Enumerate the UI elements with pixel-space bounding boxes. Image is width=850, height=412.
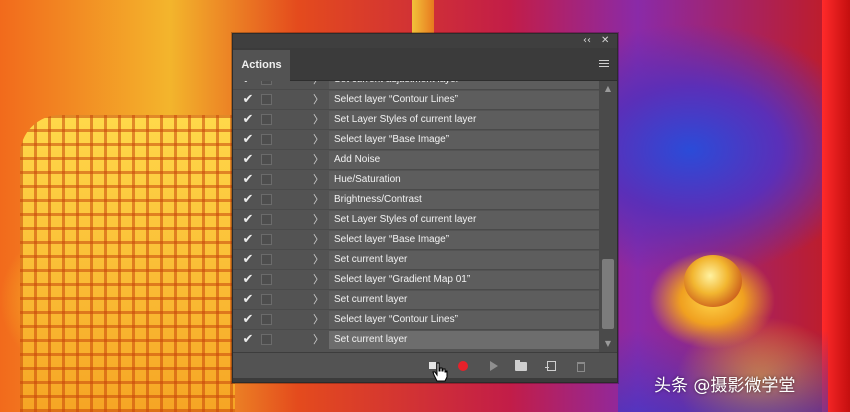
- chevron-right-icon[interactable]: 〉: [313, 330, 325, 350]
- dialog-toggle-box[interactable]: [261, 94, 272, 105]
- chevron-right-icon[interactable]: 〉: [313, 150, 325, 170]
- car-grill-art: [20, 115, 235, 412]
- pillar-art: [412, 0, 434, 33]
- list-item-selected[interactable]: ✔ 〉 Set current layer: [233, 330, 599, 350]
- chevron-right-icon[interactable]: 〉: [313, 170, 325, 190]
- list-item[interactable]: ✔ 〉 Add Noise: [233, 150, 599, 170]
- folder-icon: [515, 360, 527, 371]
- action-label: Set Layer Styles of current layer: [329, 111, 599, 129]
- action-label: Add Noise: [329, 151, 599, 169]
- panel-bottom-strip: [233, 378, 617, 382]
- dialog-toggle-box[interactable]: [261, 114, 272, 125]
- checkmark-icon[interactable]: ✔: [238, 270, 258, 290]
- chevron-right-icon[interactable]: 〉: [313, 210, 325, 230]
- checkmark-icon[interactable]: ✔: [238, 210, 258, 230]
- record-icon: [458, 361, 468, 371]
- action-label: Select layer “Contour Lines”: [329, 91, 599, 109]
- checkmark-icon[interactable]: ✔: [238, 150, 258, 170]
- chevron-right-icon[interactable]: 〉: [313, 190, 325, 210]
- action-label: Select layer “Base Image”: [329, 231, 599, 249]
- list-item[interactable]: ✔ 〉 Select layer “Gradient Map 01”: [233, 270, 599, 290]
- checkmark-icon[interactable]: ✔: [238, 170, 258, 190]
- action-label: Set current layer: [329, 251, 599, 269]
- panel-titlebar: ‹‹ ✕: [233, 34, 617, 48]
- dialog-toggle-box[interactable]: [261, 154, 272, 165]
- checkmark-icon[interactable]: ✔: [238, 190, 258, 210]
- dialog-toggle-box[interactable]: [261, 81, 272, 85]
- action-label: Set current layer: [329, 291, 599, 309]
- list-item[interactable]: ✔ 〉 Set current layer: [233, 250, 599, 270]
- checkmark-icon[interactable]: ✔: [238, 110, 258, 130]
- action-label: Select layer “Contour Lines”: [329, 311, 599, 329]
- action-label: Hue/Saturation: [329, 171, 599, 189]
- new-item-icon: [545, 361, 556, 371]
- list-item[interactable]: ✔ 〉 Select layer “Contour Lines”: [233, 310, 599, 330]
- scroll-up-icon[interactable]: ▲: [599, 83, 617, 95]
- chevron-right-icon[interactable]: 〉: [313, 110, 325, 130]
- dialog-toggle-box[interactable]: [261, 174, 272, 185]
- actions-panel: ‹‹ ✕ Actions ✔ 〉 Set current adjustment …: [232, 33, 618, 383]
- dialog-toggle-box[interactable]: [261, 274, 272, 285]
- action-label: Set Layer Styles of current layer: [329, 211, 599, 229]
- panel-tabbar: Actions: [233, 48, 617, 81]
- action-label: Select layer “Gradient Map 01”: [329, 271, 599, 289]
- tab-actions[interactable]: Actions: [233, 50, 290, 81]
- collapse-panel-icon[interactable]: ‹‹: [583, 34, 591, 48]
- dialog-toggle-box[interactable]: [261, 214, 272, 225]
- actions-toolbar: [233, 352, 617, 379]
- chevron-right-icon[interactable]: 〉: [313, 310, 325, 330]
- vertical-scrollbar[interactable]: ▲ ▼: [599, 81, 617, 352]
- play-button[interactable]: [485, 358, 501, 374]
- checkmark-icon[interactable]: ✔: [238, 310, 258, 330]
- action-label: Set current layer: [329, 331, 599, 349]
- radiator-cap-art: [684, 255, 742, 307]
- list-item[interactable]: ✔ 〉 Set Layer Styles of current layer: [233, 210, 599, 230]
- checkmark-icon[interactable]: ✔: [238, 250, 258, 270]
- dialog-toggle-box[interactable]: [261, 334, 272, 345]
- action-label: Set current adjustment layer: [329, 81, 599, 89]
- blue-tint-art: [618, 330, 828, 412]
- chevron-right-icon[interactable]: 〉: [313, 90, 325, 110]
- dialog-toggle-box[interactable]: [261, 294, 272, 305]
- list-item[interactable]: ✔ 〉 Set current layer: [233, 290, 599, 310]
- list-item[interactable]: ✔ 〉 Set Layer Styles of current layer: [233, 110, 599, 130]
- actions-list: ✔ 〉 Set current adjustment layer ✔ 〉 Sel…: [233, 81, 599, 352]
- hamburger-menu-icon[interactable]: [599, 60, 609, 68]
- trash-icon: [577, 362, 585, 372]
- scroll-thumb[interactable]: [602, 259, 614, 330]
- close-panel-icon[interactable]: ✕: [601, 34, 609, 48]
- record-button[interactable]: [455, 358, 471, 374]
- delete-button[interactable]: [573, 358, 589, 374]
- new-set-button[interactable]: [513, 358, 529, 374]
- play-icon: [490, 361, 498, 371]
- chevron-right-icon[interactable]: 〉: [313, 130, 325, 150]
- watermark-text: 头条 @摄影微学堂: [654, 376, 796, 396]
- scroll-down-icon[interactable]: ▼: [599, 338, 617, 350]
- dialog-toggle-box[interactable]: [261, 314, 272, 325]
- list-item[interactable]: ✔ 〉 Select layer “Base Image”: [233, 230, 599, 250]
- chevron-right-icon[interactable]: 〉: [313, 290, 325, 310]
- action-label: Select layer “Base Image”: [329, 131, 599, 149]
- checkmark-icon[interactable]: ✔: [238, 230, 258, 250]
- dialog-toggle-box[interactable]: [261, 254, 272, 265]
- list-item[interactable]: ✔ 〉 Set current adjustment layer: [233, 81, 599, 90]
- chevron-right-icon[interactable]: 〉: [313, 250, 325, 270]
- chevron-right-icon[interactable]: 〉: [313, 270, 325, 290]
- list-item[interactable]: ✔ 〉 Brightness/Contrast: [233, 190, 599, 210]
- action-label: Brightness/Contrast: [329, 191, 599, 209]
- checkmark-icon[interactable]: ✔: [238, 290, 258, 310]
- list-item[interactable]: ✔ 〉 Select layer “Contour Lines”: [233, 90, 599, 110]
- hand-cursor-icon: [432, 362, 448, 382]
- dialog-toggle-box[interactable]: [261, 194, 272, 205]
- checkmark-icon[interactable]: ✔: [238, 90, 258, 110]
- dialog-toggle-box[interactable]: [261, 134, 272, 145]
- dialog-toggle-box[interactable]: [261, 234, 272, 245]
- list-item[interactable]: ✔ 〉 Hue/Saturation: [233, 170, 599, 190]
- checkmark-icon[interactable]: ✔: [238, 330, 258, 350]
- list-item[interactable]: ✔ 〉 Select layer “Base Image”: [233, 130, 599, 150]
- checkmark-icon[interactable]: ✔: [238, 130, 258, 150]
- new-action-button[interactable]: [544, 358, 560, 374]
- chevron-right-icon[interactable]: 〉: [313, 230, 325, 250]
